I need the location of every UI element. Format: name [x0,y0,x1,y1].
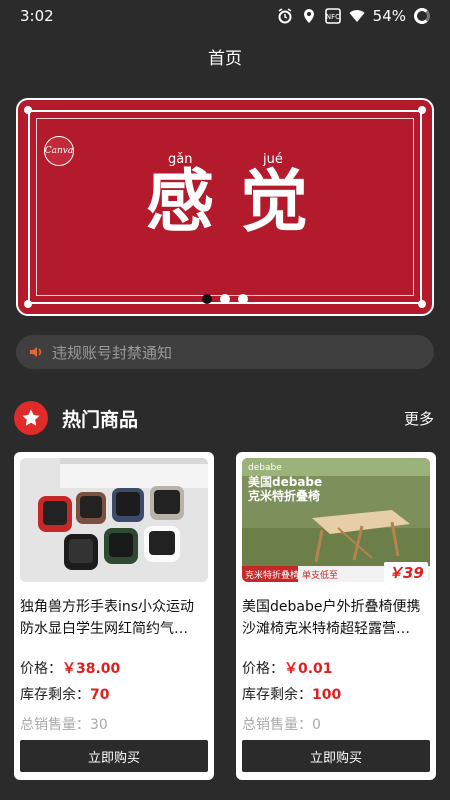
status-icons: NFC 54% [277,7,430,25]
thumb-headline-1: 美国debabe [248,474,322,489]
star-icon [14,401,48,435]
notice-bar[interactable]: 违规账号封禁通知 [16,335,434,369]
carousel-indicator [18,294,432,304]
thumb-headline-2: 克米特折叠椅 [248,488,320,503]
product-card[interactable]: 独角兽方形手表ins小众运动防水显白学生网红简约气… 价格：￥38.00 库存剩… [14,452,214,780]
stock-value: 70 [90,687,110,703]
sales-row: 总销售量：30 [20,714,208,734]
product-grid: 独角兽方形手表ins小众运动防水显白学生网红简约气… 价格：￥38.00 库存剩… [14,452,436,780]
buy-now-button[interactable]: 立即购买 [242,740,430,772]
nfc-icon: NFC [324,8,341,24]
banner-frame-inner [36,118,414,296]
sales-label: 总销售量： [242,717,312,733]
hot-products-header: 热门商品 更多 [14,398,434,438]
status-bar: 3:02 NFC 54% [0,0,450,32]
banner-char-1: 感 [146,162,215,242]
price-value: ￥0.01 [284,661,333,677]
page-title: 首页 [208,49,242,69]
product-image-watches[interactable] [20,458,208,582]
thumb-price-tag: ￥39 [388,564,424,582]
battery-icon [414,8,430,24]
speaker-icon [30,347,42,357]
sales-row: 总销售量：0 [242,714,430,734]
banner-logo: Canva [44,136,74,166]
banner-char-2: 觉 [240,162,309,242]
stock-label: 库存剩余： [20,687,90,703]
more-link[interactable]: 更多 [404,408,434,429]
price-value: ￥38.00 [62,661,121,677]
location-icon [303,9,314,23]
section-title: 热门商品 [62,408,139,431]
sales-value: 0 [312,717,321,733]
banner-carousel[interactable]: Canva gǎn jué 感 觉 [16,98,434,316]
svg-text:NFC: NFC [326,13,340,21]
battery-percent: 54% [372,7,406,25]
product-name[interactable]: 独角兽方形手表ins小众运动防水显白学生网红简约气… [20,596,208,640]
corner-dot [418,106,426,114]
thumb-tagline: 克米特折叠椅 [245,569,299,581]
carousel-dot[interactable] [220,294,230,304]
stock-value: 100 [312,687,342,703]
buy-now-button[interactable]: 立即购买 [20,740,208,772]
thumb-tagline-2: 单支低至 [302,569,338,581]
price-row: 价格：￥0.01 [242,658,430,678]
product-image-chair[interactable]: debabe 美国debabe 克米特折叠椅 克米特折叠椅 单支低至 ￥39 [242,458,430,582]
alarm-icon [278,8,292,24]
wifi-icon [349,10,365,22]
stock-label: 库存剩余： [242,687,312,703]
price-label: 价格： [20,661,62,677]
status-time: 3:02 [20,7,54,25]
stock-row: 库存剩余：100 [242,684,430,704]
stock-row: 库存剩余：70 [20,684,208,704]
price-label: 价格： [242,661,284,677]
corner-dot [24,106,32,114]
sales-label: 总销售量： [20,717,90,733]
product-card[interactable]: debabe 美国debabe 克米特折叠椅 克米特折叠椅 单支低至 ￥39 美… [236,452,436,780]
price-row: 价格：￥38.00 [20,658,208,678]
carousel-dot[interactable] [238,294,248,304]
product-name[interactable]: 美国debabe户外折叠椅便携沙滩椅克米特椅超轻露营… [242,596,430,640]
thumb-brand: debabe [248,463,282,473]
notice-text: 违规账号封禁通知 [52,343,173,362]
carousel-dot[interactable] [202,294,212,304]
sales-value: 30 [90,717,108,733]
